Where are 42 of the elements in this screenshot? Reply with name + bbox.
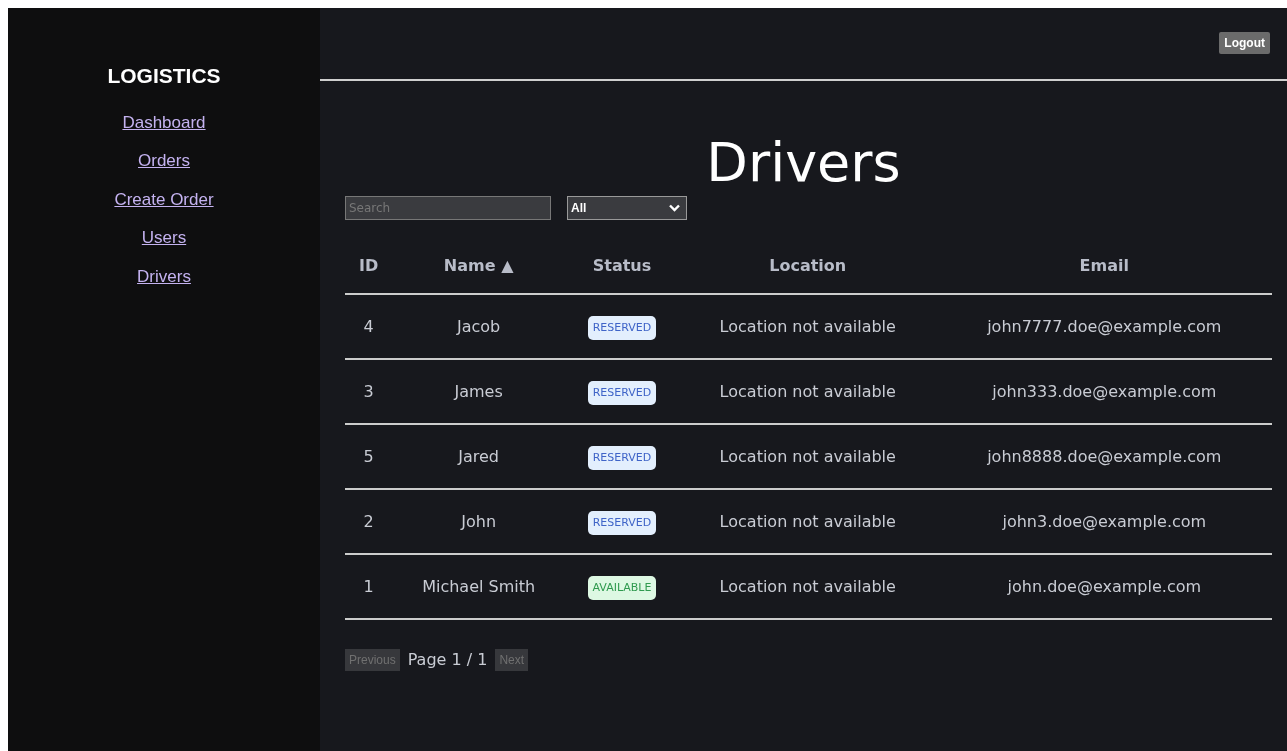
page-indicator: Page 1 / 1 (407, 649, 488, 672)
search-field[interactable]: Search (345, 196, 551, 221)
table-cell: James (392, 359, 566, 425)
table-cell: Location not available (678, 489, 937, 555)
table-cell: Jacob (392, 294, 566, 360)
chevron-down-icon (669, 204, 680, 213)
table-cell: Jared (392, 424, 566, 490)
status-select[interactable]: All (567, 196, 687, 221)
column-header: Location (678, 238, 937, 295)
table-cell: john.doe@example.com (936, 554, 1272, 620)
table-cell: 1 (345, 554, 393, 620)
status-badge: RESERVED (587, 380, 657, 406)
table-cell: 5 (345, 424, 393, 490)
table-cell: 3 (345, 359, 393, 425)
brand-title: LOGISTICS (107, 63, 221, 89)
table-cell: john7777.doe@example.com (936, 294, 1272, 360)
table-cell: john333.doe@example.com (936, 359, 1272, 425)
table-cell: john3.doe@example.com (936, 489, 1272, 555)
column-header[interactable]: Name ▲ (392, 238, 566, 295)
table-cell: 2 (345, 489, 393, 555)
column-header: Email (936, 238, 1272, 295)
column-header: Status (565, 238, 679, 295)
sidebar-link[interactable]: Drivers (137, 263, 191, 289)
table-cell: John (392, 489, 566, 555)
table-cell: Location not available (678, 294, 937, 360)
sidebar-link[interactable]: Dashboard (122, 109, 206, 135)
table-cell: Location not available (678, 359, 937, 425)
status-badge: AVAILABLE (587, 575, 657, 601)
table-cell: Location not available (678, 554, 937, 620)
status-badge: RESERVED (587, 510, 657, 536)
status-badge: RESERVED (587, 445, 657, 471)
table-cell: Michael Smith (392, 554, 566, 620)
page-title: Drivers (705, 133, 902, 193)
column-header: ID (345, 238, 393, 295)
table-cell: john8888.doe@example.com (936, 424, 1272, 490)
table-cell: 4 (345, 294, 393, 360)
sidebar-link[interactable]: Create Order (114, 186, 214, 212)
status-badge: RESERVED (587, 315, 657, 341)
table-cell: Location not available (678, 424, 937, 490)
sidebar-link[interactable]: Users (141, 225, 187, 251)
sidebar-link[interactable]: Orders (138, 148, 190, 174)
logout-button[interactable]: Logout (1219, 32, 1270, 54)
